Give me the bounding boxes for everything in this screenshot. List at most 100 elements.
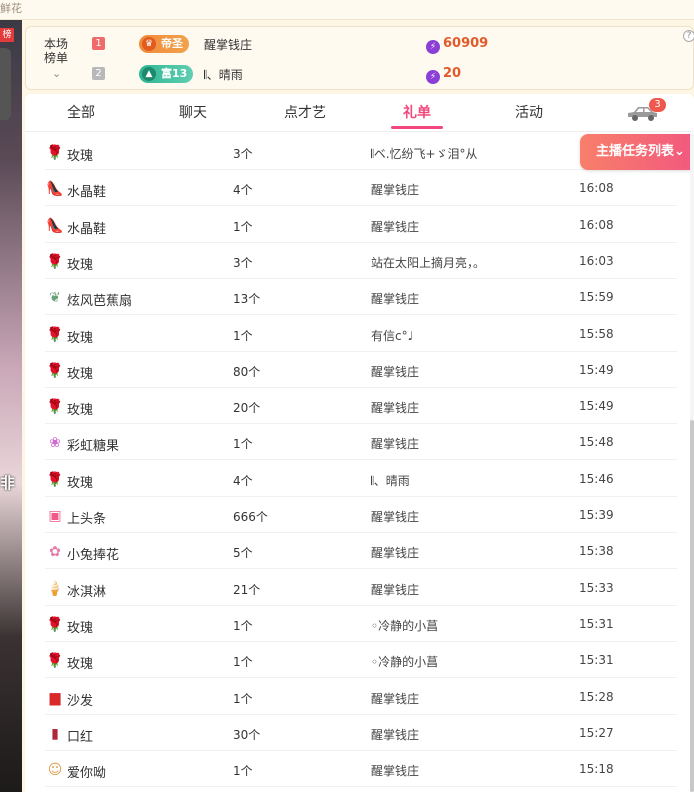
gift-count: 1个 [233, 219, 253, 234]
stream-preview[interactable]: 榜 非 [0, 20, 22, 792]
gift-name: 上头条 [67, 512, 107, 527]
sofa-icon: ▆ [49, 689, 61, 706]
level-badge: ♛ 帝圣 [139, 35, 189, 53]
tab-activity[interactable]: 活动 [495, 94, 563, 132]
rose-icon: 🌹 [46, 253, 64, 270]
gift-sender[interactable]: 醒掌钱庄 [371, 726, 419, 743]
gift-sender[interactable]: 𝄃、晴雨 [371, 472, 410, 489]
gift-row: 👠 水晶鞋 4个 醒掌钱庄 16:08 [45, 170, 677, 207]
level-badge: ▲ 富13 [139, 65, 194, 83]
gift-sender[interactable]: 醒掌钱庄 [371, 290, 419, 307]
gift-sender[interactable]: 醒掌钱庄 [371, 363, 419, 380]
gift-name: 玫瑰 [67, 620, 94, 636]
top-strip: 鲜花 [0, 0, 694, 20]
gift-name: 小兔捧花 [67, 548, 120, 564]
gift-count: 30个 [233, 727, 261, 742]
bunny-bouquet-icon: ✿ [49, 544, 61, 561]
rank-username[interactable]: 醒掌钱庄 [204, 36, 252, 53]
gift-count: 21个 [233, 582, 261, 597]
gift-time: 15:48 [579, 435, 614, 450]
gift-sender[interactable]: 𝄃ベ.忆纷飞+ゞ泪°从 [371, 145, 478, 162]
gift-row: ▣ 上头条 666个 醒掌钱庄 15:39 [45, 497, 677, 533]
gift-sender[interactable]: ◦冷静的小菖 [371, 617, 438, 634]
help-icon[interactable]: ? [683, 30, 694, 42]
rose-icon: 🌹 [46, 616, 64, 633]
gift-sender[interactable]: 醒掌钱庄 [371, 181, 419, 198]
gift-row: 🌹 玫瑰 3个 站在太阳上摘月亮，。 16:03 [45, 243, 677, 279]
gift-row: 👠 水晶鞋 1个 醒掌钱庄 16:08 [45, 207, 677, 243]
gift-count: 4个 [233, 473, 253, 488]
tab-talent[interactable]: 点才艺 [271, 94, 339, 132]
rank-score-value: 60909 [443, 36, 489, 51]
rank-score: ⚡ 20 [426, 66, 461, 84]
rose-icon: 🌹 [46, 653, 64, 670]
gift-row: 🌹 玫瑰 1个 有信c°♩ 15:58 [45, 316, 677, 352]
chevron-down-icon[interactable]: ⌄ [52, 67, 61, 80]
rank-row-2[interactable]: 2 ▲ 富13 𝄃、晴雨 ⚡ 20 [92, 64, 682, 84]
gift-name: 玫瑰 [67, 330, 94, 346]
gift-row: 🌹 玫瑰 1个 ◦冷静的小菖 15:31 [45, 642, 677, 679]
gift-count: 1个 [233, 764, 253, 779]
gift-count: 1个 [233, 618, 253, 633]
gift-time: 15:49 [579, 362, 614, 377]
gift-sender[interactable]: 醒掌钱庄 [371, 399, 419, 416]
gift-time: 15:33 [579, 580, 614, 595]
gift-name: 爱你呦 [67, 766, 107, 782]
gift-count: 80个 [233, 364, 261, 379]
gift-time: 15:27 [579, 725, 614, 740]
gift-name: 玫瑰 [67, 403, 94, 419]
gift-sender[interactable]: 醒掌钱庄 [371, 218, 419, 235]
gift-sender[interactable]: 醒掌钱庄 [371, 690, 419, 707]
gift-name: 玫瑰 [67, 657, 94, 673]
gift-sender[interactable]: 醒掌钱庄 [371, 508, 419, 525]
gift-row: 🍦 冰淇淋 21个 醒掌钱庄 15:33 [45, 570, 677, 606]
gift-time: 15:31 [579, 616, 614, 631]
gift-name: 玫瑰 [67, 475, 94, 491]
rank-score-value: 20 [443, 66, 462, 81]
gift-time: 15:38 [579, 544, 614, 559]
rank-username[interactable]: 𝄃、晴雨 [204, 66, 243, 83]
lipstick-icon: ▮ [51, 725, 59, 742]
coin-icon: ⚡ [426, 70, 440, 84]
rose-icon: 🌹 [46, 145, 64, 161]
tab-all[interactable]: 全部 [47, 94, 115, 132]
triangle-icon: ▲ [142, 67, 156, 81]
gift-sender[interactable]: 醒掌钱庄 [371, 544, 419, 561]
gift-time: 15:49 [579, 399, 614, 414]
car-count-badge: 3 [649, 98, 666, 112]
gift-sender[interactable]: 站在太阳上摘月亮，。 [371, 254, 485, 271]
gift-sender[interactable]: 醒掌钱庄 [371, 581, 419, 598]
gift-row: ✿ 小兔捧花 5个 醒掌钱庄 15:38 [45, 533, 677, 570]
rank-number: 1 [92, 37, 105, 50]
tab-chat[interactable]: 聊天 [159, 94, 227, 132]
gift-count: 13个 [233, 292, 261, 307]
tab-bar: 全部 聊天 点才艺 礼单 活动 3 [25, 94, 694, 132]
gift-count: 1个 [233, 437, 253, 452]
gift-sender[interactable]: 醒掌钱庄 [371, 762, 419, 779]
gift-count: 666个 [233, 510, 268, 524]
gift-time: 16:03 [579, 253, 614, 268]
scrollbar-thumb[interactable] [690, 420, 694, 792]
rank-number: 2 [92, 67, 105, 80]
gift-count: 1个 [233, 328, 253, 343]
anchor-task-list-button[interactable]: 主播任务列表⌄ [580, 134, 694, 170]
tab-gifts[interactable]: 礼单 [383, 94, 451, 132]
gift-name: 口红 [67, 729, 94, 745]
rank-label: 本场榜单 [44, 37, 69, 65]
gift-row: ▆ 沙发 1个 醒掌钱庄 15:28 [45, 679, 677, 715]
gift-sender[interactable]: ◦冷静的小菖 [371, 653, 438, 670]
coin-icon: ⚡ [426, 40, 440, 54]
gift-row: 🌹 玫瑰 20个 醒掌钱庄 15:49 [45, 388, 677, 425]
rank-score: ⚡ 60909 [426, 36, 488, 54]
thumb-rank-badge: 榜 [0, 28, 14, 42]
gift-time: 15:18 [579, 762, 614, 777]
rank-row-1[interactable]: 1 ♛ 帝圣 醒掌钱庄 ⚡ 60909 [92, 34, 682, 54]
gift-sender[interactable]: 醒掌钱庄 [371, 435, 419, 452]
rank-panel: 本场榜单 ⌄ ? 1 ♛ 帝圣 醒掌钱庄 ⚡ 60909 2 ▲ 富13 𝄃、晴雨… [25, 26, 694, 90]
gift-count: 1个 [233, 691, 253, 706]
gift-name: 玫瑰 [67, 149, 94, 164]
main-panel: 全部 聊天 点才艺 礼单 活动 3 🌹 玫瑰 3个 𝄃ベ.忆纷飞+ゞ泪°从 👠 水晶鞋 4个… [25, 94, 694, 792]
gift-sender[interactable]: 有信c°♩ [371, 327, 413, 344]
fan-icon: ❦ [49, 290, 61, 307]
gift-count: 20个 [233, 401, 261, 416]
